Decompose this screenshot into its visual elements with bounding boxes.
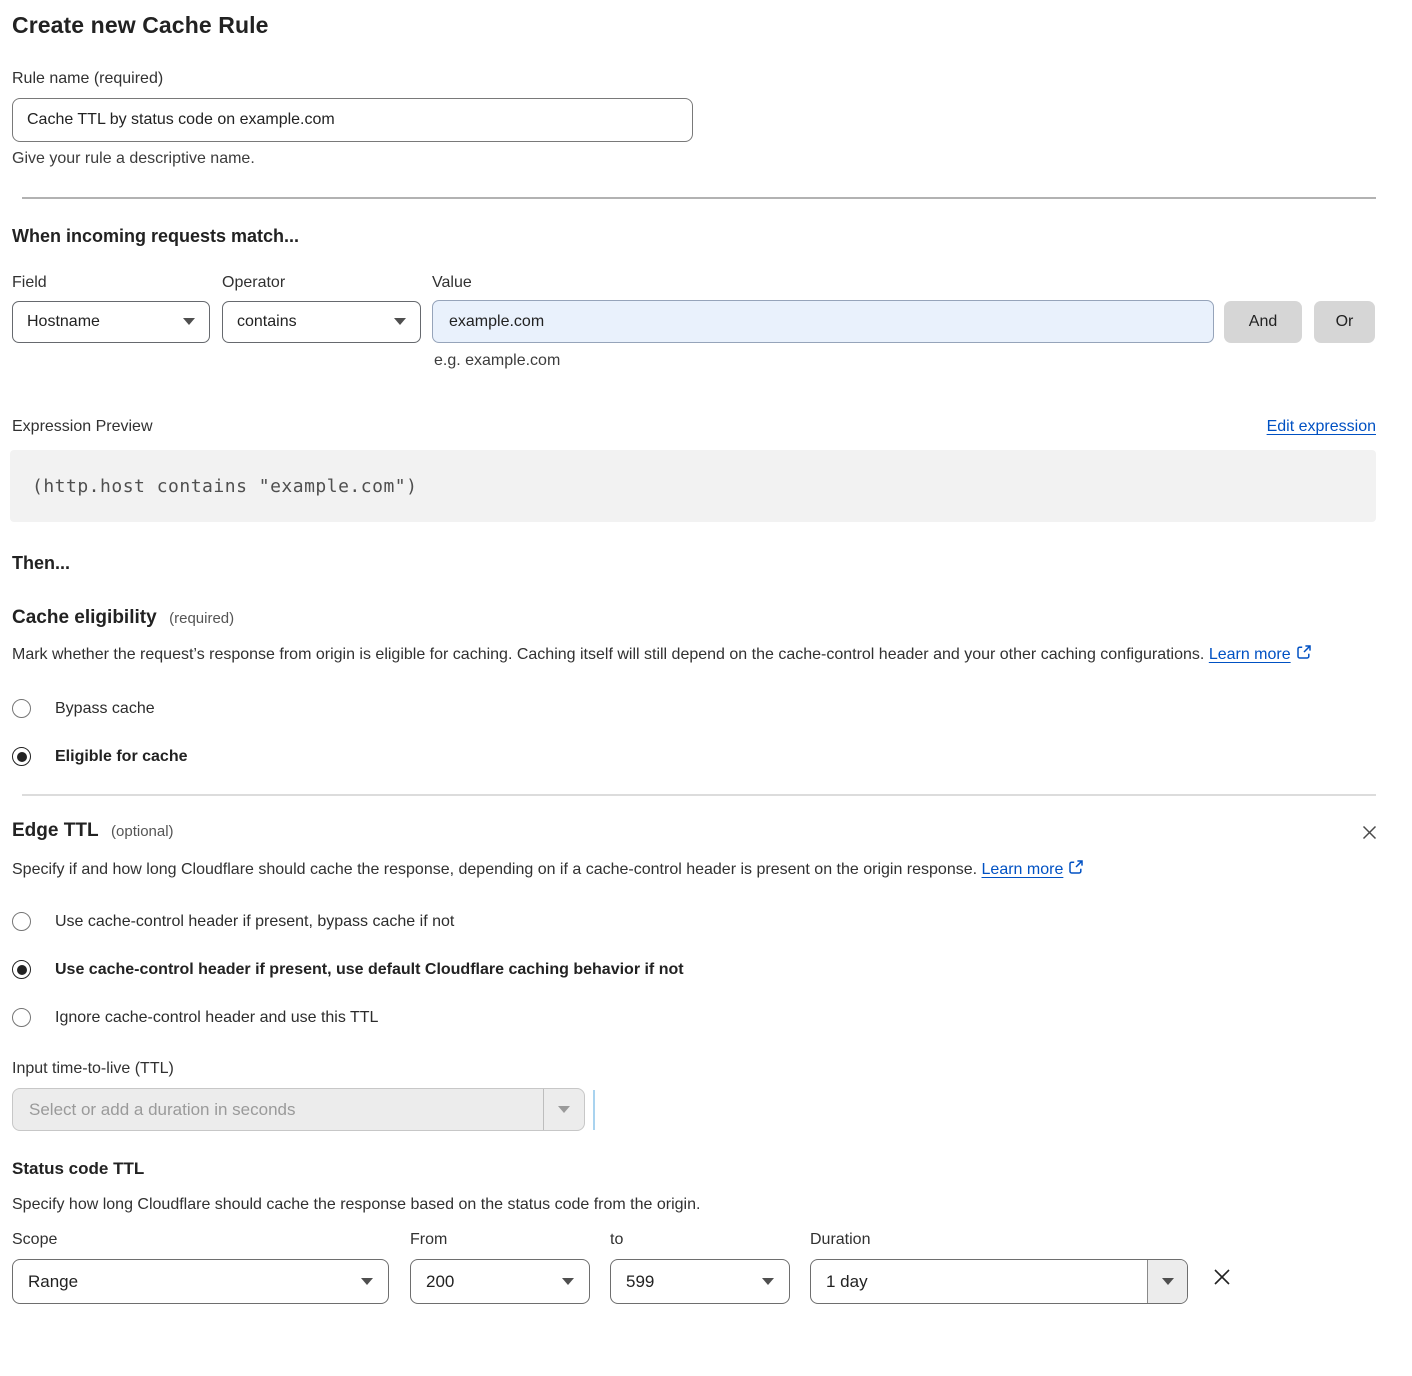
edge-ttl-option-default-label: Use cache-control header if present, use…: [55, 961, 684, 979]
edge-ttl-option-ignore-label: Ignore cache-control header and use this…: [55, 1009, 378, 1027]
required-badge: (required): [169, 610, 234, 627]
ttl-duration-select[interactable]: Select or add a duration in seconds: [12, 1088, 585, 1131]
from-select-value: 200: [426, 1272, 454, 1292]
chevron-down-icon: [183, 318, 195, 325]
scope-select[interactable]: Range: [12, 1259, 389, 1304]
to-select-value: 599: [626, 1272, 654, 1292]
status-code-ttl-description: Specify how long Cloudflare should cache…: [12, 1191, 1376, 1219]
value-input[interactable]: [432, 300, 1214, 343]
optional-badge: (optional): [111, 823, 174, 840]
edge-ttl-description: Specify if and how long Cloudflare shoul…: [12, 856, 1132, 885]
radio-unchecked-icon[interactable]: [12, 912, 31, 931]
duration-select[interactable]: 1 day: [810, 1259, 1188, 1304]
value-helper: e.g. example.com: [434, 352, 1376, 370]
scope-select-value: Range: [28, 1272, 78, 1292]
status-code-ttl-heading: Status code TTL: [12, 1159, 1376, 1179]
chevron-down-icon: [562, 1278, 574, 1285]
external-link-icon: [1296, 642, 1312, 670]
then-heading: Then...: [12, 553, 1376, 574]
radio-unchecked-icon[interactable]: [12, 699, 31, 718]
field-select-value: Hostname: [27, 313, 100, 331]
ttl-select-focus-bar: [593, 1090, 595, 1130]
edge-ttl-close-button[interactable]: [1357, 820, 1382, 848]
section-divider: [22, 794, 1376, 796]
chevron-down-icon: [762, 1278, 774, 1285]
radio-unchecked-icon[interactable]: [12, 1008, 31, 1027]
cache-eligibility-description: Mark whether the request’s response from…: [12, 641, 1357, 670]
learn-more-label: Learn more: [1209, 646, 1291, 663]
close-icon: [1210, 1277, 1234, 1292]
radio-checked-icon[interactable]: [12, 960, 31, 979]
rule-name-label: Rule name (required): [12, 70, 1376, 88]
expression-code: (http.host contains "example.com"): [32, 476, 417, 497]
edge-ttl-option-bypass-label: Use cache-control header if present, byp…: [55, 913, 454, 931]
edit-expression-link[interactable]: Edit expression: [1267, 418, 1376, 436]
and-button[interactable]: And: [1224, 301, 1302, 343]
match-heading: When incoming requests match...: [12, 226, 1376, 247]
chevron-down-icon: [558, 1106, 570, 1113]
section-divider: [22, 197, 1376, 199]
chevron-down-icon: [394, 318, 406, 325]
rule-name-input[interactable]: [12, 98, 693, 142]
page-title: Create new Cache Rule: [12, 12, 1376, 39]
edge-ttl-description-text: Specify if and how long Cloudflare shoul…: [12, 861, 977, 878]
field-select[interactable]: Hostname: [12, 301, 210, 343]
remove-status-code-rule-button[interactable]: [1208, 1263, 1236, 1294]
ttl-input-label: Input time-to-live (TTL): [12, 1060, 1376, 1078]
edge-ttl-heading: Edge TTL: [12, 820, 99, 841]
expression-preview-block: (http.host contains "example.com"): [10, 450, 1376, 522]
rule-name-helper: Give your rule a descriptive name.: [12, 150, 1376, 168]
edge-ttl-option-bypass[interactable]: Use cache-control header if present, byp…: [12, 912, 1376, 931]
cache-eligibility-heading: Cache eligibility: [12, 607, 157, 628]
bypass-cache-option[interactable]: Bypass cache: [12, 699, 1376, 718]
ttl-duration-placeholder: Select or add a duration in seconds: [13, 1089, 543, 1130]
ttl-duration-dropdown-button[interactable]: [543, 1089, 584, 1130]
eligible-for-cache-label: Eligible for cache: [55, 748, 187, 766]
duration-select-value: 1 day: [811, 1272, 1147, 1292]
value-label: Value: [432, 274, 472, 292]
to-select[interactable]: 599: [610, 1259, 790, 1304]
duration-dropdown-button[interactable]: [1147, 1260, 1187, 1303]
chevron-down-icon: [361, 1278, 373, 1285]
external-link-icon: [1068, 857, 1084, 885]
eligible-for-cache-option[interactable]: Eligible for cache: [12, 747, 1376, 766]
or-button[interactable]: Or: [1314, 301, 1375, 343]
operator-select-value: contains: [237, 313, 297, 331]
duration-label: Duration: [810, 1231, 1188, 1249]
cache-eligibility-description-text: Mark whether the request’s response from…: [12, 646, 1204, 663]
edge-ttl-option-default[interactable]: Use cache-control header if present, use…: [12, 960, 1376, 979]
from-select[interactable]: 200: [410, 1259, 590, 1304]
scope-label: Scope: [12, 1231, 389, 1249]
edge-ttl-option-ignore[interactable]: Ignore cache-control header and use this…: [12, 1008, 1376, 1027]
to-label: to: [610, 1231, 790, 1249]
from-label: From: [410, 1231, 590, 1249]
bypass-cache-label: Bypass cache: [55, 700, 155, 718]
edge-ttl-learn-more-link[interactable]: Learn more: [982, 861, 1085, 878]
learn-more-label: Learn more: [982, 861, 1064, 878]
operator-select[interactable]: contains: [222, 301, 421, 343]
cache-eligibility-learn-more-link[interactable]: Learn more: [1209, 646, 1312, 663]
chevron-down-icon: [1162, 1278, 1174, 1285]
field-label: Field: [12, 274, 222, 292]
operator-label: Operator: [222, 274, 432, 292]
close-icon: [1359, 831, 1380, 846]
expression-preview-label: Expression Preview: [12, 418, 153, 436]
radio-checked-icon[interactable]: [12, 747, 31, 766]
